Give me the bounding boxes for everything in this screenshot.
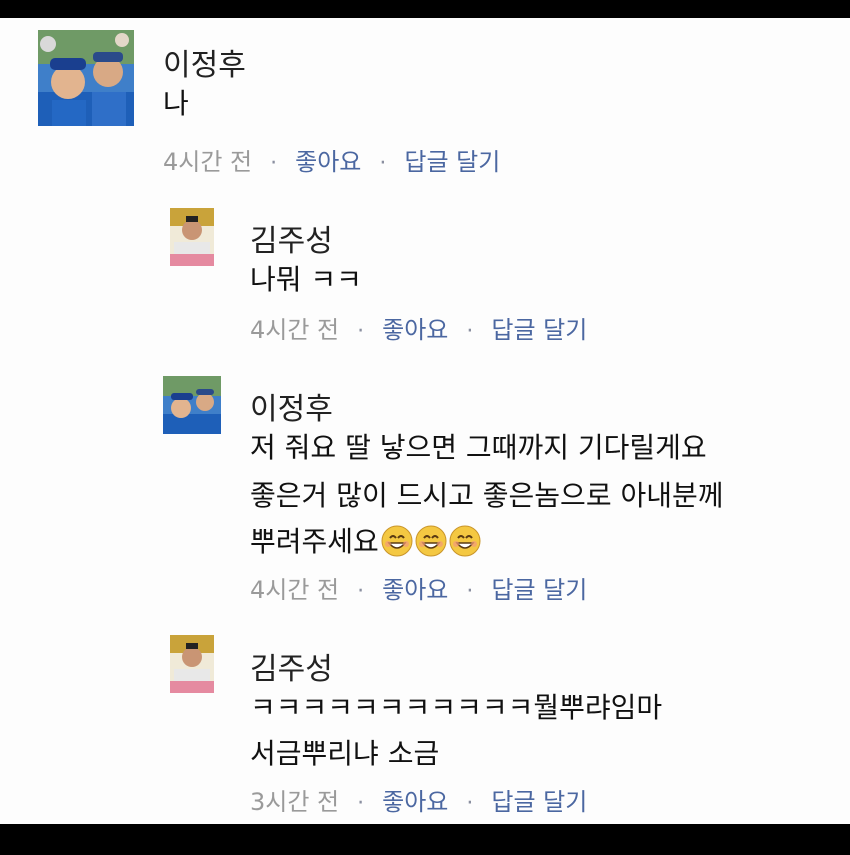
- avatar-lee[interactable]: [163, 376, 221, 434]
- reply-button[interactable]: 답글 달기: [491, 788, 587, 816]
- avatar-lee[interactable]: [38, 30, 134, 126]
- like-button[interactable]: 좋아요: [382, 316, 448, 344]
- reply-button[interactable]: 답글 달기: [491, 316, 587, 344]
- comment-time: 3시간 전: [250, 788, 340, 816]
- separator-dot: ·: [357, 319, 365, 344]
- comment-text: 나: [163, 87, 189, 120]
- comment-meta: 4시간 전 · 좋아요 · 답글 달기: [250, 570, 587, 605]
- comment-meta: 4시간 전 · 좋아요 · 답글 달기: [163, 142, 500, 177]
- like-button[interactable]: 좋아요: [295, 148, 361, 176]
- separator-dot: ·: [379, 151, 387, 176]
- comment-text-line: 뿌려주세요: [250, 520, 481, 560]
- comment-text-segment: 뿌려주세요: [250, 525, 379, 558]
- smiling-face-icon: [449, 525, 481, 557]
- comment-time: 4시간 전: [250, 576, 340, 604]
- avatar-kim[interactable]: [170, 635, 214, 693]
- separator-dot: ·: [466, 579, 474, 604]
- comment-meta: 3시간 전 · 좋아요 · 답글 달기: [250, 782, 587, 817]
- separator-dot: ·: [357, 579, 365, 604]
- comment-text: 나뭐 ㅋㅋ: [250, 263, 362, 296]
- comment-time: 4시간 전: [250, 316, 340, 344]
- like-button[interactable]: 좋아요: [382, 788, 448, 816]
- separator-dot: ·: [466, 319, 474, 344]
- comment-thread: 이정후 나 4시간 전 · 좋아요 · 답글 달기 김주성 나뭐 ㅋㅋ 4시간 전 · 좋아…: [0, 18, 850, 824]
- avatar-kim[interactable]: [170, 208, 214, 266]
- reply-button[interactable]: 답글 달기: [491, 576, 587, 604]
- comment-text-line: 저 줘요 딸 낳으면 그때까지 기다릴게요: [250, 431, 707, 464]
- comment-author[interactable]: 이정후: [163, 40, 246, 84]
- comment-author[interactable]: 이정후: [250, 384, 333, 428]
- comment-time: 4시간 전: [163, 148, 253, 176]
- smiling-face-icon: [415, 525, 447, 557]
- comment-text-line: ㅋㅋㅋㅋㅋㅋㅋㅋㅋㅋㅋ뭘뿌랴임마: [250, 691, 663, 724]
- separator-dot: ·: [357, 791, 365, 816]
- separator-dot: ·: [270, 151, 278, 176]
- comment-text-line: 좋은거 많이 드시고 좋은놈으로 아내분께: [250, 479, 724, 512]
- like-button[interactable]: 좋아요: [382, 576, 448, 604]
- comment-meta: 4시간 전 · 좋아요 · 답글 달기: [250, 310, 587, 345]
- smiling-face-icon: [381, 525, 413, 557]
- comment-text-line: 서금뿌리냐 소금: [250, 737, 440, 770]
- reply-button[interactable]: 답글 달기: [404, 148, 500, 176]
- comment-author[interactable]: 김주성: [250, 216, 333, 260]
- separator-dot: ·: [466, 791, 474, 816]
- comment-author[interactable]: 김주성: [250, 644, 333, 688]
